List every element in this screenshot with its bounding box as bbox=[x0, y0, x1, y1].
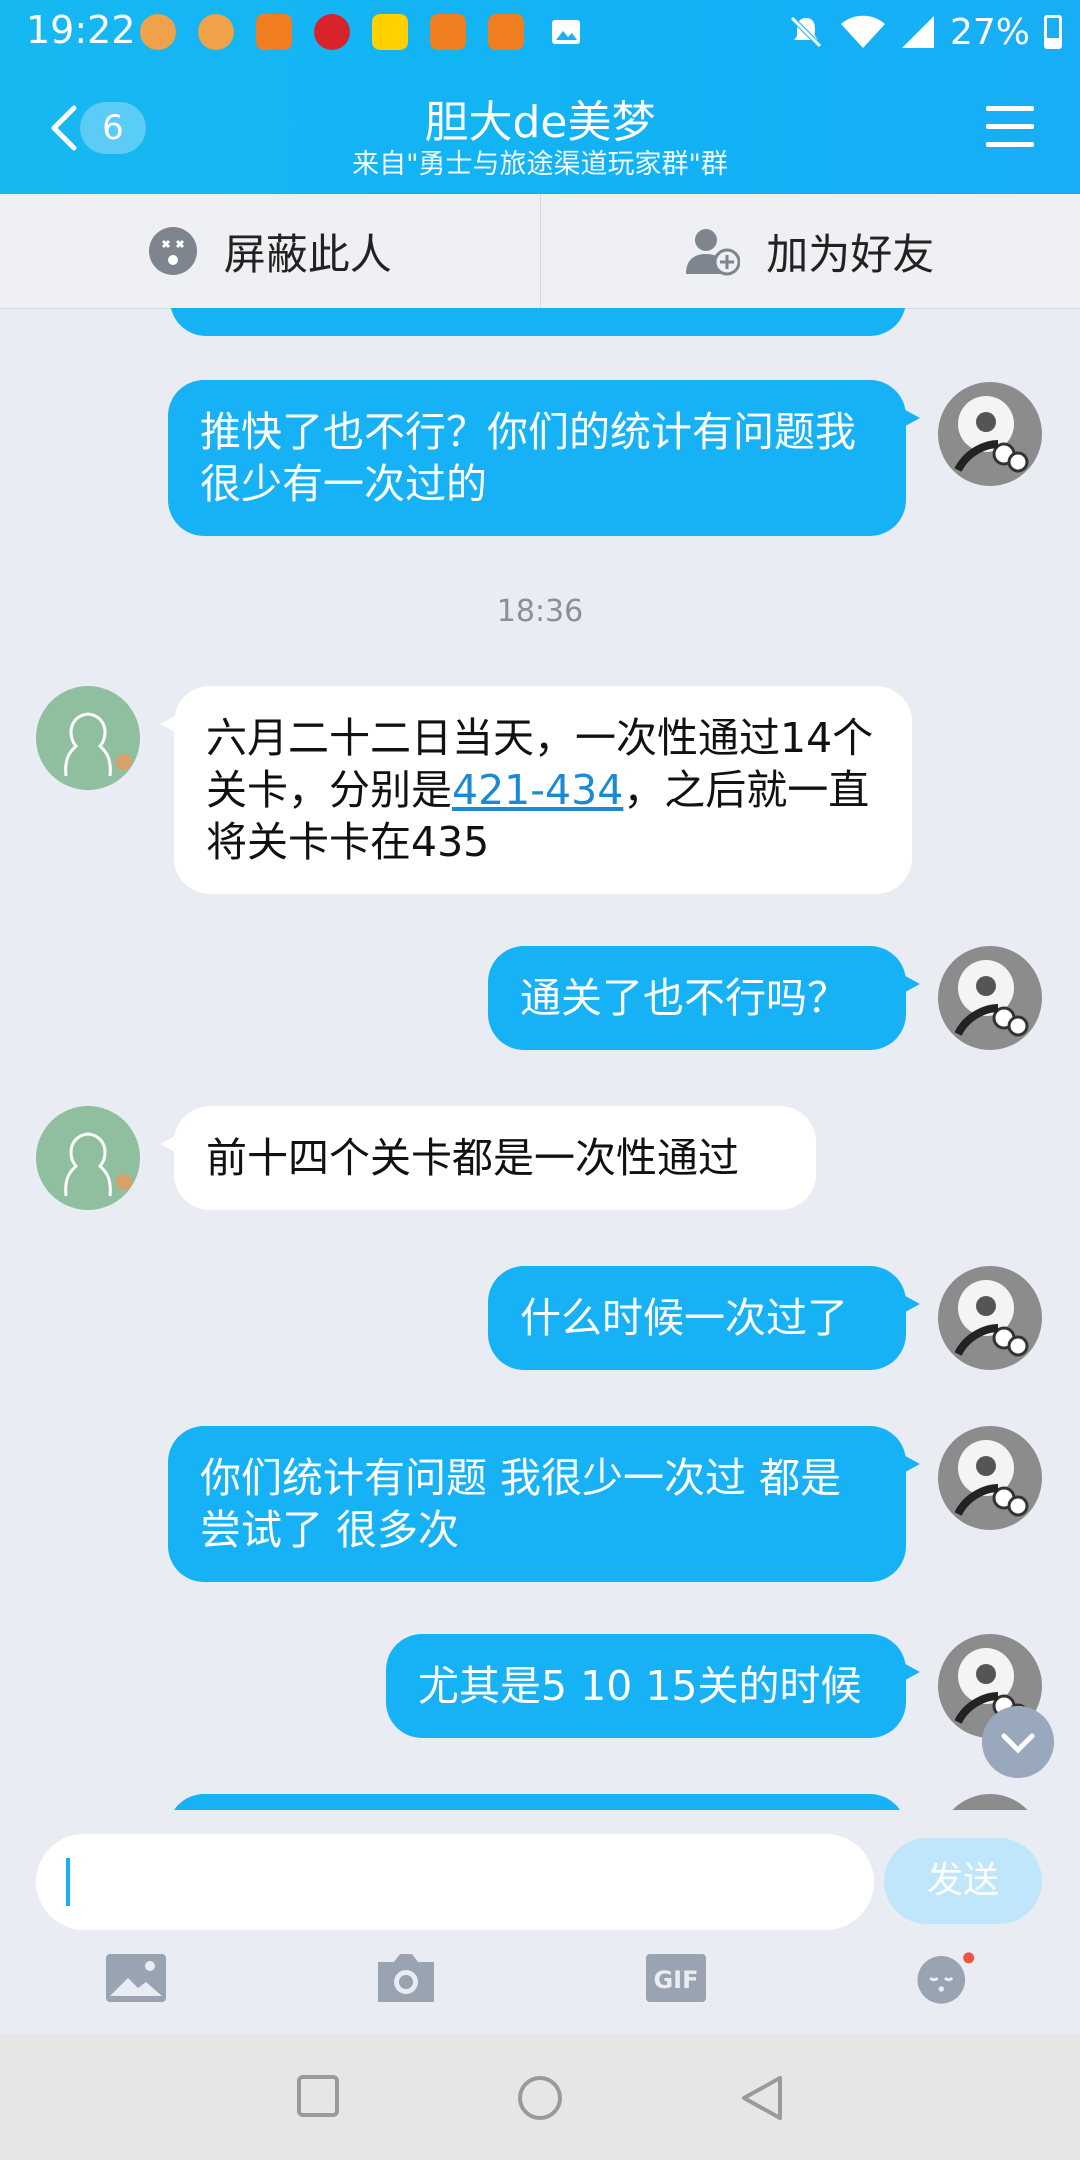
block-user-button[interactable]: 屏蔽此人 bbox=[0, 194, 541, 308]
add-friend-label: 加为好友 bbox=[766, 229, 935, 279]
message-bubble[interactable]: 前十四个关卡都是一次性通过 bbox=[160, 1106, 816, 1210]
wifi-icon bbox=[840, 15, 885, 48]
text-cursor bbox=[66, 1858, 70, 1906]
input-bar: 发送 GIF bbox=[0, 1810, 1080, 2034]
chat-subtitle: 来自"勇士与旅途渠道玩家群"群 bbox=[352, 149, 728, 180]
send-button[interactable]: 发送 bbox=[884, 1838, 1042, 1924]
status-indicators: 27% bbox=[786, 8, 1062, 56]
notification-app-icon bbox=[314, 14, 350, 50]
message-text: 什么时候一次过了 bbox=[520, 1294, 848, 1342]
mute-icon bbox=[790, 16, 822, 48]
camera-icon[interactable] bbox=[374, 1950, 438, 2006]
notification-app-icon bbox=[488, 14, 524, 50]
status-bar: 19:22 27% bbox=[0, 0, 1080, 64]
message-link[interactable]: 421-434 bbox=[452, 766, 623, 814]
block-user-label: 屏蔽此人 bbox=[223, 229, 392, 279]
message-text: 你们统计有问题 我很少一次过 都是尝试了 很多次 bbox=[200, 1454, 842, 1554]
menu-icon[interactable] bbox=[986, 106, 1034, 148]
notification-app-icon bbox=[140, 14, 176, 50]
gif-icon[interactable]: GIF bbox=[644, 1950, 708, 2006]
message-text: 通关了也不行吗？ bbox=[520, 974, 848, 1022]
message-text: 尤其是5 10 15关的时候 bbox=[418, 1662, 862, 1710]
message-input[interactable] bbox=[36, 1834, 874, 1930]
contact-avatar[interactable] bbox=[36, 1106, 140, 1210]
battery-percent: 27% bbox=[949, 11, 1030, 53]
message-timestamp: 18:36 bbox=[496, 594, 584, 629]
add-friend-icon bbox=[686, 229, 741, 276]
emoji-icon[interactable] bbox=[912, 1950, 976, 2006]
message-bubble[interactable]: 什么时候一次过了 bbox=[488, 1266, 920, 1370]
battery-icon bbox=[1044, 15, 1062, 49]
title-bar: 6 胆大de美梦 来自"勇士与旅途渠道玩家群"群 bbox=[0, 64, 1080, 194]
robot-avatar-icon bbox=[938, 946, 1042, 1050]
message-bubble[interactable]: 六月二十二日当天，一次性通过14个关卡，分别是421-434，之后就一直将关卡卡… bbox=[160, 686, 912, 894]
gallery-notification-icon bbox=[552, 20, 580, 44]
notification-app-icon bbox=[430, 14, 466, 50]
image-icon[interactable] bbox=[104, 1950, 168, 2006]
my-avatar[interactable] bbox=[938, 382, 1042, 486]
message-bubble-partial bbox=[168, 1794, 906, 1810]
notification-app-icon bbox=[256, 14, 292, 50]
add-friend-button[interactable]: 加为好友 bbox=[541, 194, 1080, 308]
block-face-icon bbox=[148, 227, 197, 275]
back-nav-icon[interactable] bbox=[740, 2074, 784, 2122]
message-bubble[interactable]: 推快了也不行？你们的统计有问题我很少有一次过的 bbox=[168, 380, 920, 536]
my-avatar[interactable] bbox=[938, 946, 1042, 1050]
stranger-action-bar: 屏蔽此人 加为好友 bbox=[0, 194, 1080, 309]
robot-avatar-icon bbox=[938, 1426, 1042, 1530]
contact-avatar[interactable] bbox=[36, 686, 140, 790]
gif-icon-label: GIF bbox=[653, 1966, 698, 1994]
robot-avatar-icon bbox=[938, 382, 1042, 486]
signal-icon bbox=[901, 16, 934, 48]
home-icon[interactable] bbox=[516, 2074, 564, 2122]
my-avatar[interactable] bbox=[938, 1266, 1042, 1370]
recent-apps-icon[interactable] bbox=[296, 2074, 340, 2118]
message-bubble-partial bbox=[170, 308, 906, 336]
person-sketch-avatar-icon bbox=[36, 686, 140, 790]
chat-title: 胆大de美梦 bbox=[424, 97, 656, 148]
my-avatar bbox=[938, 1794, 1042, 1810]
my-avatar[interactable] bbox=[938, 1426, 1042, 1530]
notification-app-icon bbox=[372, 14, 408, 50]
status-time: 19:22 bbox=[26, 8, 136, 52]
message-bubble[interactable]: 你们统计有问题 我很少一次过 都是尝试了 很多次 bbox=[168, 1426, 920, 1582]
message-text: 推快了也不行？你们的统计有问题我很少有一次过的 bbox=[200, 408, 856, 508]
person-sketch-avatar-icon bbox=[36, 1106, 140, 1210]
scroll-to-bottom-button[interactable] bbox=[982, 1706, 1054, 1778]
notification-app-icon bbox=[198, 14, 234, 50]
system-nav-bar bbox=[0, 2034, 1080, 2160]
message-text: 前十四个关卡都是一次性通过 bbox=[206, 1134, 739, 1182]
message-bubble[interactable]: 尤其是5 10 15关的时候 bbox=[386, 1634, 920, 1738]
robot-avatar-icon bbox=[938, 1266, 1042, 1370]
message-list[interactable]: 推快了也不行？你们的统计有问题我很少有一次过的 18:36 六月二十二日当天，一… bbox=[0, 308, 1080, 1810]
message-bubble[interactable]: 通关了也不行吗？ bbox=[488, 946, 920, 1050]
